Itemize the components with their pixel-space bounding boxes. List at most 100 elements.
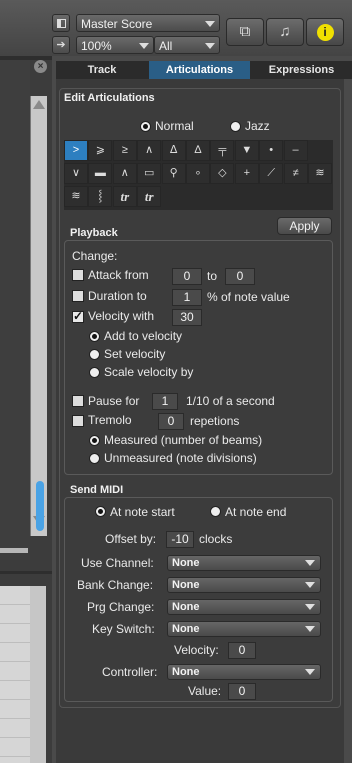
articulation-button[interactable]: +: [234, 163, 259, 184]
attack-to-input[interactable]: 0: [225, 268, 255, 285]
tremolo-unit: repetions: [190, 414, 240, 428]
offset-input[interactable]: -10: [166, 531, 194, 548]
music-folder-button[interactable]: ♫: [266, 18, 304, 46]
pause-unit: 1/10 of a second: [186, 394, 275, 408]
key-switch-dropdown[interactable]: None: [167, 621, 321, 637]
copy-button[interactable]: ⧉: [226, 18, 264, 46]
score-select[interactable]: Master Score: [76, 14, 220, 32]
jazz-radio[interactable]: [230, 121, 241, 132]
filter-select-value: All: [159, 39, 173, 53]
measured-radio[interactable]: [89, 435, 100, 446]
articulation-button[interactable]: >: [64, 140, 88, 161]
articulation-button[interactable]: ⸾: [88, 186, 113, 207]
articulation-button[interactable]: ▼: [234, 140, 259, 161]
score-select-value: Master Score: [81, 17, 153, 31]
copy-icon: ⧉: [239, 23, 251, 40]
measured-label: Measured (number of beams): [104, 433, 263, 447]
tab-bar: Track Articulations Expressions: [56, 61, 352, 79]
velocity-checkbox[interactable]: [72, 309, 84, 323]
zoom-select[interactable]: 100%: [76, 36, 154, 54]
prg-change-dropdown[interactable]: None: [167, 599, 321, 615]
velocity-input[interactable]: 30: [172, 309, 202, 326]
controller-label: Controller:: [102, 665, 158, 679]
value-input[interactable]: 0: [228, 683, 256, 700]
tab-expressions-label: Expressions: [268, 64, 335, 76]
piano-roll-scrollbar[interactable]: [30, 586, 46, 763]
midi-velocity-input[interactable]: 0: [228, 642, 256, 659]
tab-articulations[interactable]: Articulations: [149, 61, 250, 79]
key-switch-label: Key Switch:: [92, 622, 155, 636]
articulation-button[interactable]: ▭: [137, 163, 162, 184]
music-folder-icon: ♫: [279, 23, 291, 40]
horizontal-scrollbar[interactable]: [0, 548, 28, 553]
scroll-up-icon[interactable]: [33, 100, 45, 109]
articulation-button[interactable]: •: [259, 140, 284, 161]
chevron-down-icon: [305, 626, 315, 632]
scale-velocity-label: Scale velocity by: [104, 365, 194, 379]
chevron-down-icon: [305, 582, 315, 588]
add-velocity-radio[interactable]: [89, 331, 100, 342]
value-label: Value:: [188, 684, 222, 698]
articulation-button[interactable]: ⟋: [259, 163, 284, 184]
tab-articulations-label: Articulations: [165, 64, 234, 76]
unmeasured-radio[interactable]: [89, 453, 100, 464]
tremolo-input[interactable]: 0: [158, 413, 184, 430]
articulation-button[interactable]: –: [283, 140, 308, 161]
articulation-button[interactable]: ∨: [64, 163, 88, 184]
close-icon[interactable]: ×: [34, 60, 47, 73]
duration-checkbox[interactable]: [72, 290, 84, 302]
attack-from-input[interactable]: 0: [172, 268, 202, 285]
articulation-button[interactable]: tr: [112, 186, 137, 207]
articulation-button[interactable]: ◇: [210, 163, 235, 184]
attack-checkbox[interactable]: [72, 269, 84, 281]
articulation-button[interactable]: ∆: [186, 140, 210, 161]
articulation-button[interactable]: ≠: [283, 163, 308, 184]
set-velocity-radio[interactable]: [89, 349, 100, 360]
pause-input[interactable]: 1: [152, 393, 178, 410]
attack-label: Attack from: [88, 268, 149, 282]
articulation-button[interactable]: ⚲: [161, 163, 186, 184]
apply-label: Apply: [289, 219, 320, 233]
normal-radio[interactable]: [140, 121, 151, 132]
unmeasured-label: Unmeasured (note divisions): [104, 451, 257, 465]
section-title-midi: Send MIDI: [70, 484, 124, 496]
articulation-button[interactable]: ▬: [88, 163, 113, 184]
bank-change-dropdown[interactable]: None: [167, 577, 321, 593]
apply-button[interactable]: Apply: [277, 217, 332, 235]
tremolo-checkbox[interactable]: [72, 415, 84, 427]
left-canvas: [0, 60, 30, 560]
articulation-button[interactable]: ≥: [112, 140, 137, 161]
at-start-radio[interactable]: [95, 506, 106, 517]
at-start-label: At note start: [110, 505, 175, 519]
articulation-button[interactable]: ∧: [112, 163, 137, 184]
use-channel-dropdown[interactable]: None: [167, 555, 321, 571]
pause-checkbox[interactable]: [72, 395, 84, 407]
vertical-scrollbar[interactable]: [30, 96, 47, 536]
at-end-radio[interactable]: [210, 506, 221, 517]
panel-toggle-button[interactable]: [52, 14, 70, 32]
articulation-button[interactable]: tr: [137, 186, 162, 207]
set-velocity-label: Set velocity: [104, 347, 166, 361]
articulation-button[interactable]: ∘: [186, 163, 210, 184]
articulation-button[interactable]: ╤: [210, 140, 235, 161]
duration-input[interactable]: 1: [172, 289, 202, 306]
bank-change-label: Bank Change:: [77, 578, 154, 592]
scale-velocity-radio[interactable]: [89, 367, 100, 378]
go-button[interactable]: ➔: [52, 36, 70, 54]
articulation-button[interactable]: ∧: [137, 140, 162, 161]
articulation-button[interactable]: ᐃ: [161, 140, 186, 161]
filter-select[interactable]: All: [154, 36, 220, 54]
zoom-select-value: 100%: [81, 39, 112, 53]
normal-label: Normal: [155, 119, 194, 133]
articulation-button[interactable]: ⩾: [88, 140, 113, 161]
tab-expressions[interactable]: Expressions: [251, 61, 352, 79]
use-channel-label: Use Channel:: [81, 556, 154, 570]
articulation-button[interactable]: ≋: [64, 186, 88, 207]
tab-track[interactable]: Track: [56, 61, 148, 79]
tab-track-label: Track: [87, 64, 117, 76]
tremolo-label: Tremolo: [88, 413, 132, 427]
controller-dropdown[interactable]: None: [167, 664, 321, 680]
articulation-button[interactable]: ≋: [308, 163, 332, 184]
volume-slider[interactable]: [36, 481, 44, 531]
info-button[interactable]: i: [306, 18, 344, 46]
